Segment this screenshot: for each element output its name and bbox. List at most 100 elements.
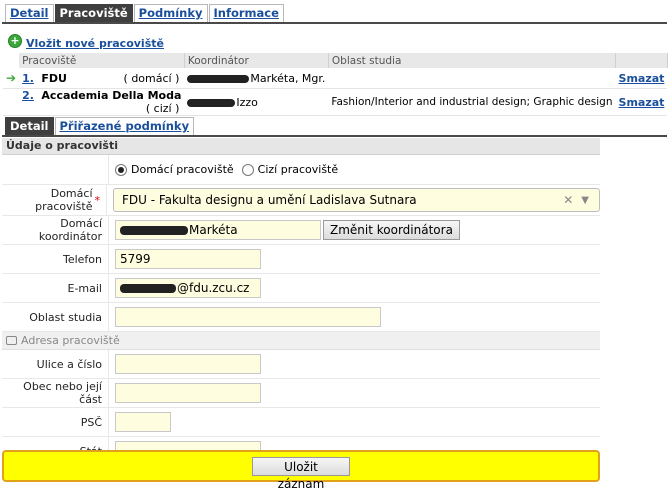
column-header-action	[615, 53, 668, 68]
address-title: Adresa pracoviště	[21, 334, 120, 347]
redaction-mark	[120, 283, 176, 293]
area-input[interactable]	[115, 307, 381, 327]
column-header-area: Oblast studia	[328, 53, 617, 68]
workplace-table: Pracoviště Koordinátor Oblast studia ➔ 1…	[3, 53, 668, 116]
tab-pracoviste[interactable]: Pracoviště	[54, 4, 133, 22]
workplace-name: Accademia Della Moda	[41, 89, 182, 102]
chevron-down-icon[interactable]: ▼	[581, 195, 589, 206]
workplace-type: ( cizí )	[145, 102, 180, 115]
table-row: ➔ 1. FDU ( domácí ) Markéta, Mgr. Smazat	[3, 68, 668, 89]
table-row: 2. Accademia Della Moda ( cizí ) Izzo Fa…	[3, 88, 668, 116]
coordinator-row: Domácí koordinátor Markéta Změnit koordi…	[2, 216, 600, 245]
radio-foreign[interactable]: Cizí pracoviště	[241, 163, 339, 176]
subtab-assigned-conditions[interactable]: Přiřazené podmínky	[54, 117, 195, 135]
add-workplace-label[interactable]: Vložit nové pracoviště	[26, 37, 164, 50]
save-button[interactable]: Uložit záznam	[252, 456, 350, 491]
radio-home[interactable]: Domácí pracoviště	[115, 163, 234, 176]
street-row: Ulice a číslo	[2, 350, 600, 379]
home-workplace-value: FDU - Fakulta designu a umění Ladislava …	[122, 193, 417, 207]
city-label: Obec nebo její část	[23, 380, 102, 406]
row-number-link[interactable]: 2.	[22, 89, 34, 102]
home-workplace-field: FDU - Fakulta designu a umění Ladislava …	[106, 185, 600, 215]
coordinator-name: Markéta, Mgr.	[250, 71, 326, 85]
workplace-name: FDU	[41, 71, 67, 85]
add-workplace-link[interactable]: + Vložit nové pracoviště	[8, 31, 164, 50]
coordinator-cell: Izzo	[184, 88, 329, 116]
zip-input[interactable]	[115, 412, 171, 432]
city-row: Obec nebo její část	[2, 379, 600, 408]
workplace-cell: 1. FDU ( domácí )	[19, 68, 185, 89]
phone-input[interactable]: 5799	[115, 249, 261, 269]
comment-bubble-icon	[6, 336, 17, 345]
coordinator-cell: Markéta, Mgr.	[184, 68, 329, 89]
redaction-mark	[187, 74, 250, 83]
zip-label: PSČ	[80, 415, 102, 429]
home-workplace-select[interactable]: FDU - Fakulta designu a umění Ladislava …	[113, 188, 600, 212]
coordinator-input[interactable]: Markéta	[115, 220, 321, 240]
area-cell	[328, 68, 616, 89]
change-coordinator-button[interactable]: Změnit koordinátora	[323, 220, 460, 240]
row-marker-empty	[3, 88, 20, 116]
section-title: Údaje o pracovišti	[2, 138, 600, 155]
phone-field: 5799	[108, 245, 600, 273]
sub-tabs: Detail Přiřazené podmínky	[5, 117, 195, 135]
current-row-arrow-icon: ➔	[3, 68, 20, 89]
workplace-type-row: Domácí pracoviště Cizí pracoviště	[2, 155, 600, 185]
column-header-workplace: Pracoviště	[19, 53, 185, 68]
phone-row: Telefon 5799	[2, 245, 600, 274]
radio-home-label: Domácí pracoviště	[131, 163, 234, 176]
zip-field	[108, 408, 600, 436]
email-label: E-mail	[67, 281, 103, 295]
coordinator-value: Markéta	[189, 223, 238, 237]
area-row: Oblast studia	[2, 303, 600, 332]
email-row: E-mail @fdu.zcu.cz	[2, 274, 600, 303]
top-tabs: Detail Pracoviště Podmínky Informace	[5, 4, 285, 22]
street-label: Ulice a číslo	[36, 357, 102, 371]
tab-podminky[interactable]: Podmínky	[133, 4, 208, 22]
home-workplace-label-wrap: Domácí pracoviště *	[2, 185, 106, 215]
redaction-mark	[120, 225, 188, 235]
workplace-cell: 2. Accademia Della Moda ( cizí )	[19, 88, 185, 116]
radio-foreign-button[interactable]	[241, 163, 254, 176]
home-workplace-label: Domácí pracoviště	[35, 187, 93, 213]
table-header-marker	[3, 53, 20, 68]
clear-icon[interactable]: ✕	[563, 193, 573, 207]
tab-divider	[2, 22, 667, 24]
tab-informace[interactable]: Informace	[208, 4, 284, 22]
column-header-coordinator: Koordinátor	[184, 53, 329, 68]
coordinator-label: Domácí koordinátor	[38, 217, 102, 243]
add-icon: +	[8, 33, 22, 48]
radio-home-button[interactable]	[115, 163, 127, 176]
email-field: @fdu.zcu.cz	[108, 274, 600, 302]
tab-detail[interactable]: Detail	[5, 4, 54, 22]
coordinator-name: Izzo	[236, 95, 258, 109]
city-input[interactable]	[115, 383, 261, 403]
street-input[interactable]	[115, 354, 261, 374]
radio-foreign-label: Cizí pracoviště	[257, 163, 339, 176]
email-input[interactable]: @fdu.zcu.cz	[115, 278, 261, 298]
home-workplace-row: Domácí pracoviště * FDU - Fakulta designu…	[2, 185, 600, 216]
area-cell: Fashion/Interior and industrial design; …	[328, 88, 616, 116]
address-section-head: Adresa pracoviště	[2, 332, 600, 350]
table-header-row: Pracoviště Koordinátor Oblast studia	[3, 53, 668, 68]
subtab-divider	[2, 135, 667, 137]
zip-row: PSČ	[2, 408, 600, 437]
workplace-type: ( domácí )	[123, 71, 180, 85]
delete-link[interactable]: Smazat	[615, 88, 668, 116]
email-value: @fdu.zcu.cz	[177, 281, 250, 295]
delete-link[interactable]: Smazat	[615, 68, 668, 89]
phone-label: Telefon	[62, 252, 102, 266]
save-bar: Uložit záznam	[2, 450, 600, 491]
street-field	[108, 350, 600, 378]
workplace-type-options: Domácí pracoviště Cizí pracoviště	[108, 155, 600, 184]
redaction-mark	[187, 98, 236, 107]
city-field	[108, 379, 600, 407]
area-label: Oblast studia	[29, 310, 102, 324]
row-number-link[interactable]: 1.	[22, 72, 34, 85]
workplace-type-label	[2, 155, 108, 184]
area-field	[108, 303, 600, 331]
required-marker: *	[94, 193, 101, 207]
workplace-form: Údaje o pracovišti Domácí pracoviště Ciz…	[2, 138, 600, 466]
subtab-detail[interactable]: Detail	[5, 117, 54, 135]
coordinator-field: Markéta Změnit koordinátora	[108, 216, 600, 244]
